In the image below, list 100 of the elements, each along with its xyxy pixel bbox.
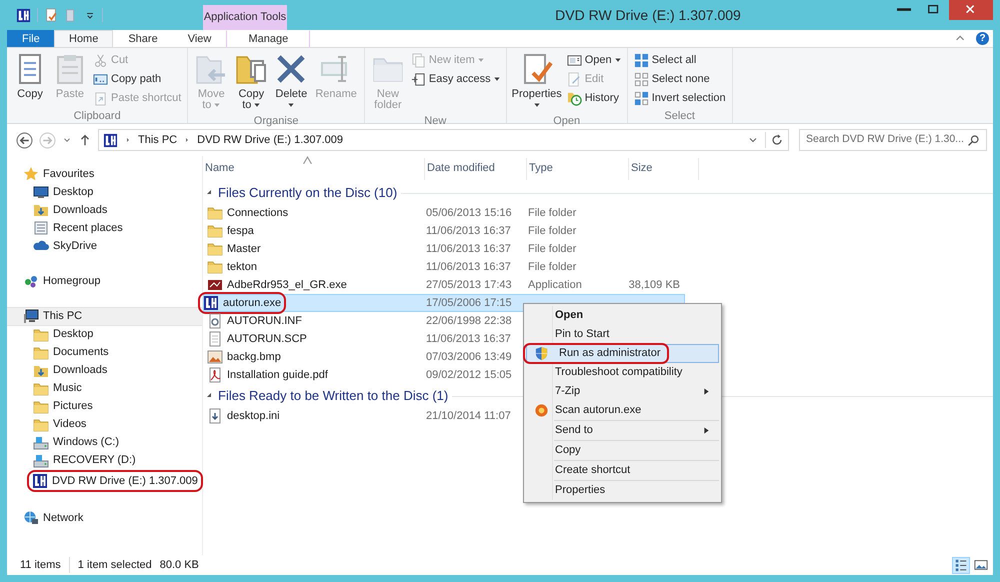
back-button[interactable] [16, 132, 33, 148]
nav-item[interactable]: Pictures [7, 398, 202, 416]
ribbon-button[interactable]: Select all [632, 51, 728, 69]
details-view-icon [954, 558, 968, 572]
nav-item[interactable]: Windows (C:) [7, 434, 202, 452]
file-row[interactable]: Connections 05/06/2013 15:16 File folder [203, 204, 685, 222]
nav-item[interactable]: Downloads [7, 362, 202, 380]
ribbon-button[interactable]: Easy access [408, 70, 502, 88]
file-name: Connections [227, 206, 288, 221]
drive-icon [33, 434, 49, 450]
nav-item[interactable]: Videos [7, 416, 202, 434]
file-type: File folder [528, 242, 576, 255]
file-type: File folder [528, 224, 576, 237]
menu-item[interactable]: Properties [526, 481, 719, 500]
submenu-arrow-icon [703, 427, 710, 434]
nav-item[interactable]: Desktop [7, 183, 202, 201]
menu-item[interactable]: 7-Zip [526, 382, 719, 401]
ribbon-tab[interactable]: View [172, 30, 226, 47]
ribbon-button[interactable]: Invert selection [632, 89, 728, 107]
help-button[interactable]: ? [976, 32, 989, 45]
folder-icon [33, 326, 49, 342]
ribbon-button[interactable]: Copy [11, 51, 49, 108]
delete-icon [275, 53, 308, 85]
monitor-icon [33, 184, 49, 200]
caret-icon [494, 76, 500, 82]
nav-item[interactable]: Favourites [7, 165, 202, 183]
file-row[interactable]: Master 11/06/2013 16:37 File folder [203, 240, 685, 258]
group-label: Open [552, 114, 582, 128]
copy-path-icon [93, 72, 108, 86]
caret-icon [614, 56, 621, 63]
nav-item[interactable]: Recent places [7, 219, 202, 237]
caret-icon [254, 102, 260, 108]
nav-item[interactable]: Desktop [7, 326, 202, 344]
caret-icon [214, 102, 220, 108]
ribbon-button[interactable]: Copy path [91, 70, 184, 88]
menu-item[interactable]: Pin to Start [526, 325, 719, 344]
menu-item[interactable]: Create shortcut [526, 461, 719, 480]
date-modified: 22/06/1998 22:38 [426, 314, 512, 327]
menu-item[interactable]: Run as administrator [526, 344, 719, 363]
file-type: File folder [528, 260, 576, 273]
breadcrumb[interactable]: This PC [138, 132, 178, 148]
up-icon [78, 132, 92, 147]
date-modified: 11/06/2013 16:37 [426, 332, 511, 345]
menu-item[interactable]: Scan autorun.exe [526, 401, 719, 420]
menu-item[interactable]: Copy [526, 441, 719, 460]
folder-icon [33, 416, 49, 432]
text-file-icon [207, 331, 223, 347]
menu-item[interactable]: Troubleshoot compatibility [526, 363, 719, 382]
column-header[interactable]: Name [203, 158, 425, 180]
search-field[interactable]: Search DVD RW Drive (E:) 1.30... [799, 129, 987, 151]
group-heading: Files Currently on the Disc (10) [218, 184, 398, 202]
nav-item[interactable]: Music [7, 380, 202, 398]
folder-icon [33, 344, 49, 360]
nav-item[interactable]: Homegroup [7, 272, 202, 290]
ribbon-button[interactable]: Delete [272, 51, 310, 113]
ribbon-tab[interactable]: Share [113, 30, 173, 47]
file-row[interactable]: AdbeRdr953_el_GR.exe 27/05/2013 17:43 Application 38,109 KB [203, 276, 685, 294]
menu-item[interactable]: Send to [526, 421, 719, 440]
file-type: Application [528, 278, 582, 291]
status-text: 1 item selected [68, 556, 152, 574]
file-name: AdbeRdr953_el_GR.exe [227, 278, 347, 293]
ribbon-button[interactable]: Properties [510, 51, 563, 113]
nav-item[interactable]: Network [7, 509, 202, 527]
folder-icon [207, 241, 223, 257]
nav-item[interactable]: SkyDrive [7, 237, 202, 255]
homegroup-icon [23, 273, 39, 289]
address-bar[interactable]: This PC DVD RW Drive (E:) 1.307.009 [98, 129, 789, 151]
column-header[interactable]: Size [629, 158, 699, 180]
date-modified: 17/05/2006 17:15 [426, 296, 512, 309]
date-modified: 11/06/2013 16:37 [426, 260, 511, 273]
file-row[interactable]: tekton 11/06/2013 16:37 File folder [203, 258, 685, 276]
date-modified: 05/06/2013 15:16 [426, 206, 512, 219]
ribbon-button[interactable]: Open [564, 51, 623, 69]
status-text: 80.0 KB [160, 558, 199, 573]
group-heading: Files Ready to be Written to the Disc (1) [218, 387, 448, 406]
nav-item[interactable]: This PC [7, 307, 202, 326]
column-header[interactable]: Type [527, 158, 629, 180]
status-text: 11 items [20, 558, 61, 573]
ribbon-button[interactable]: Copy to [232, 51, 270, 113]
column-header[interactable]: Date modified [425, 158, 527, 180]
expand-arrow-icon [206, 188, 214, 197]
file-name: tekton [227, 260, 257, 275]
nav-item[interactable]: Downloads [7, 201, 202, 219]
file-row[interactable]: fespa 11/06/2013 16:37 File folder [203, 222, 685, 240]
ribbon-button[interactable]: History [564, 89, 623, 107]
file-name: AUTORUN.SCP [227, 332, 307, 347]
clipboard-icon [54, 53, 86, 85]
ribbon-tab[interactable]: File [7, 30, 54, 47]
nav-item[interactable]: RECOVERY (D:) [7, 452, 202, 470]
window-title: DVD RW Drive (E:) 1.307.009 [555, 6, 741, 25]
breadcrumb[interactable]: DVD RW Drive (E:) 1.307.009 [197, 132, 344, 148]
view-button[interactable] [952, 556, 970, 574]
close-button[interactable] [949, 0, 993, 20]
nav-item[interactable]: Documents [7, 344, 202, 362]
forward-icon [39, 132, 56, 148]
ribbon-tab[interactable]: Home [54, 30, 114, 47]
date-modified: 07/03/2006 13:49 [426, 350, 512, 363]
star-icon [23, 166, 39, 182]
properties-icon [44, 8, 58, 22]
ribbon-button[interactable]: Select none [632, 70, 728, 88]
